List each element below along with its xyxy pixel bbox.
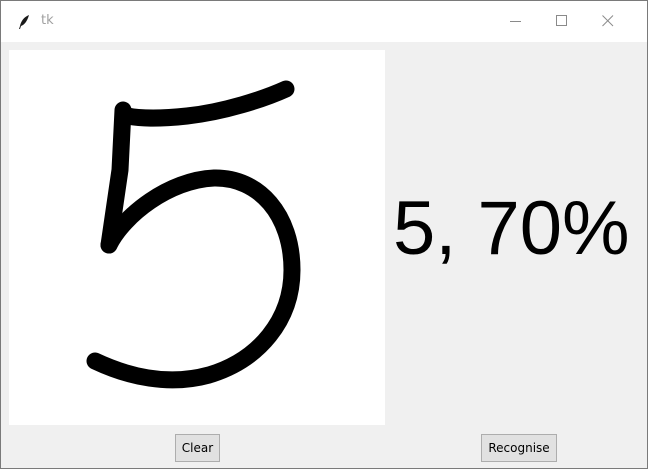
recognise-button[interactable]: Recognise — [481, 434, 557, 462]
maximize-icon — [556, 15, 567, 26]
title-bar[interactable]: tk — [1, 1, 647, 42]
prediction-result: 5, 70% — [393, 186, 630, 271]
maximize-button[interactable] — [539, 1, 585, 42]
drawing-canvas[interactable] — [9, 50, 385, 425]
window-title: tk — [41, 13, 54, 28]
close-button[interactable] — [585, 1, 631, 42]
minimize-button[interactable] — [493, 1, 539, 42]
minimize-icon — [510, 21, 521, 22]
feather-icon — [17, 14, 31, 30]
clear-button[interactable]: Clear — [175, 434, 220, 462]
handwritten-digit-stroke — [86, 80, 301, 389]
app-window: tk 5, 70% Clear Recognise — [0, 0, 648, 469]
close-icon — [602, 15, 614, 27]
